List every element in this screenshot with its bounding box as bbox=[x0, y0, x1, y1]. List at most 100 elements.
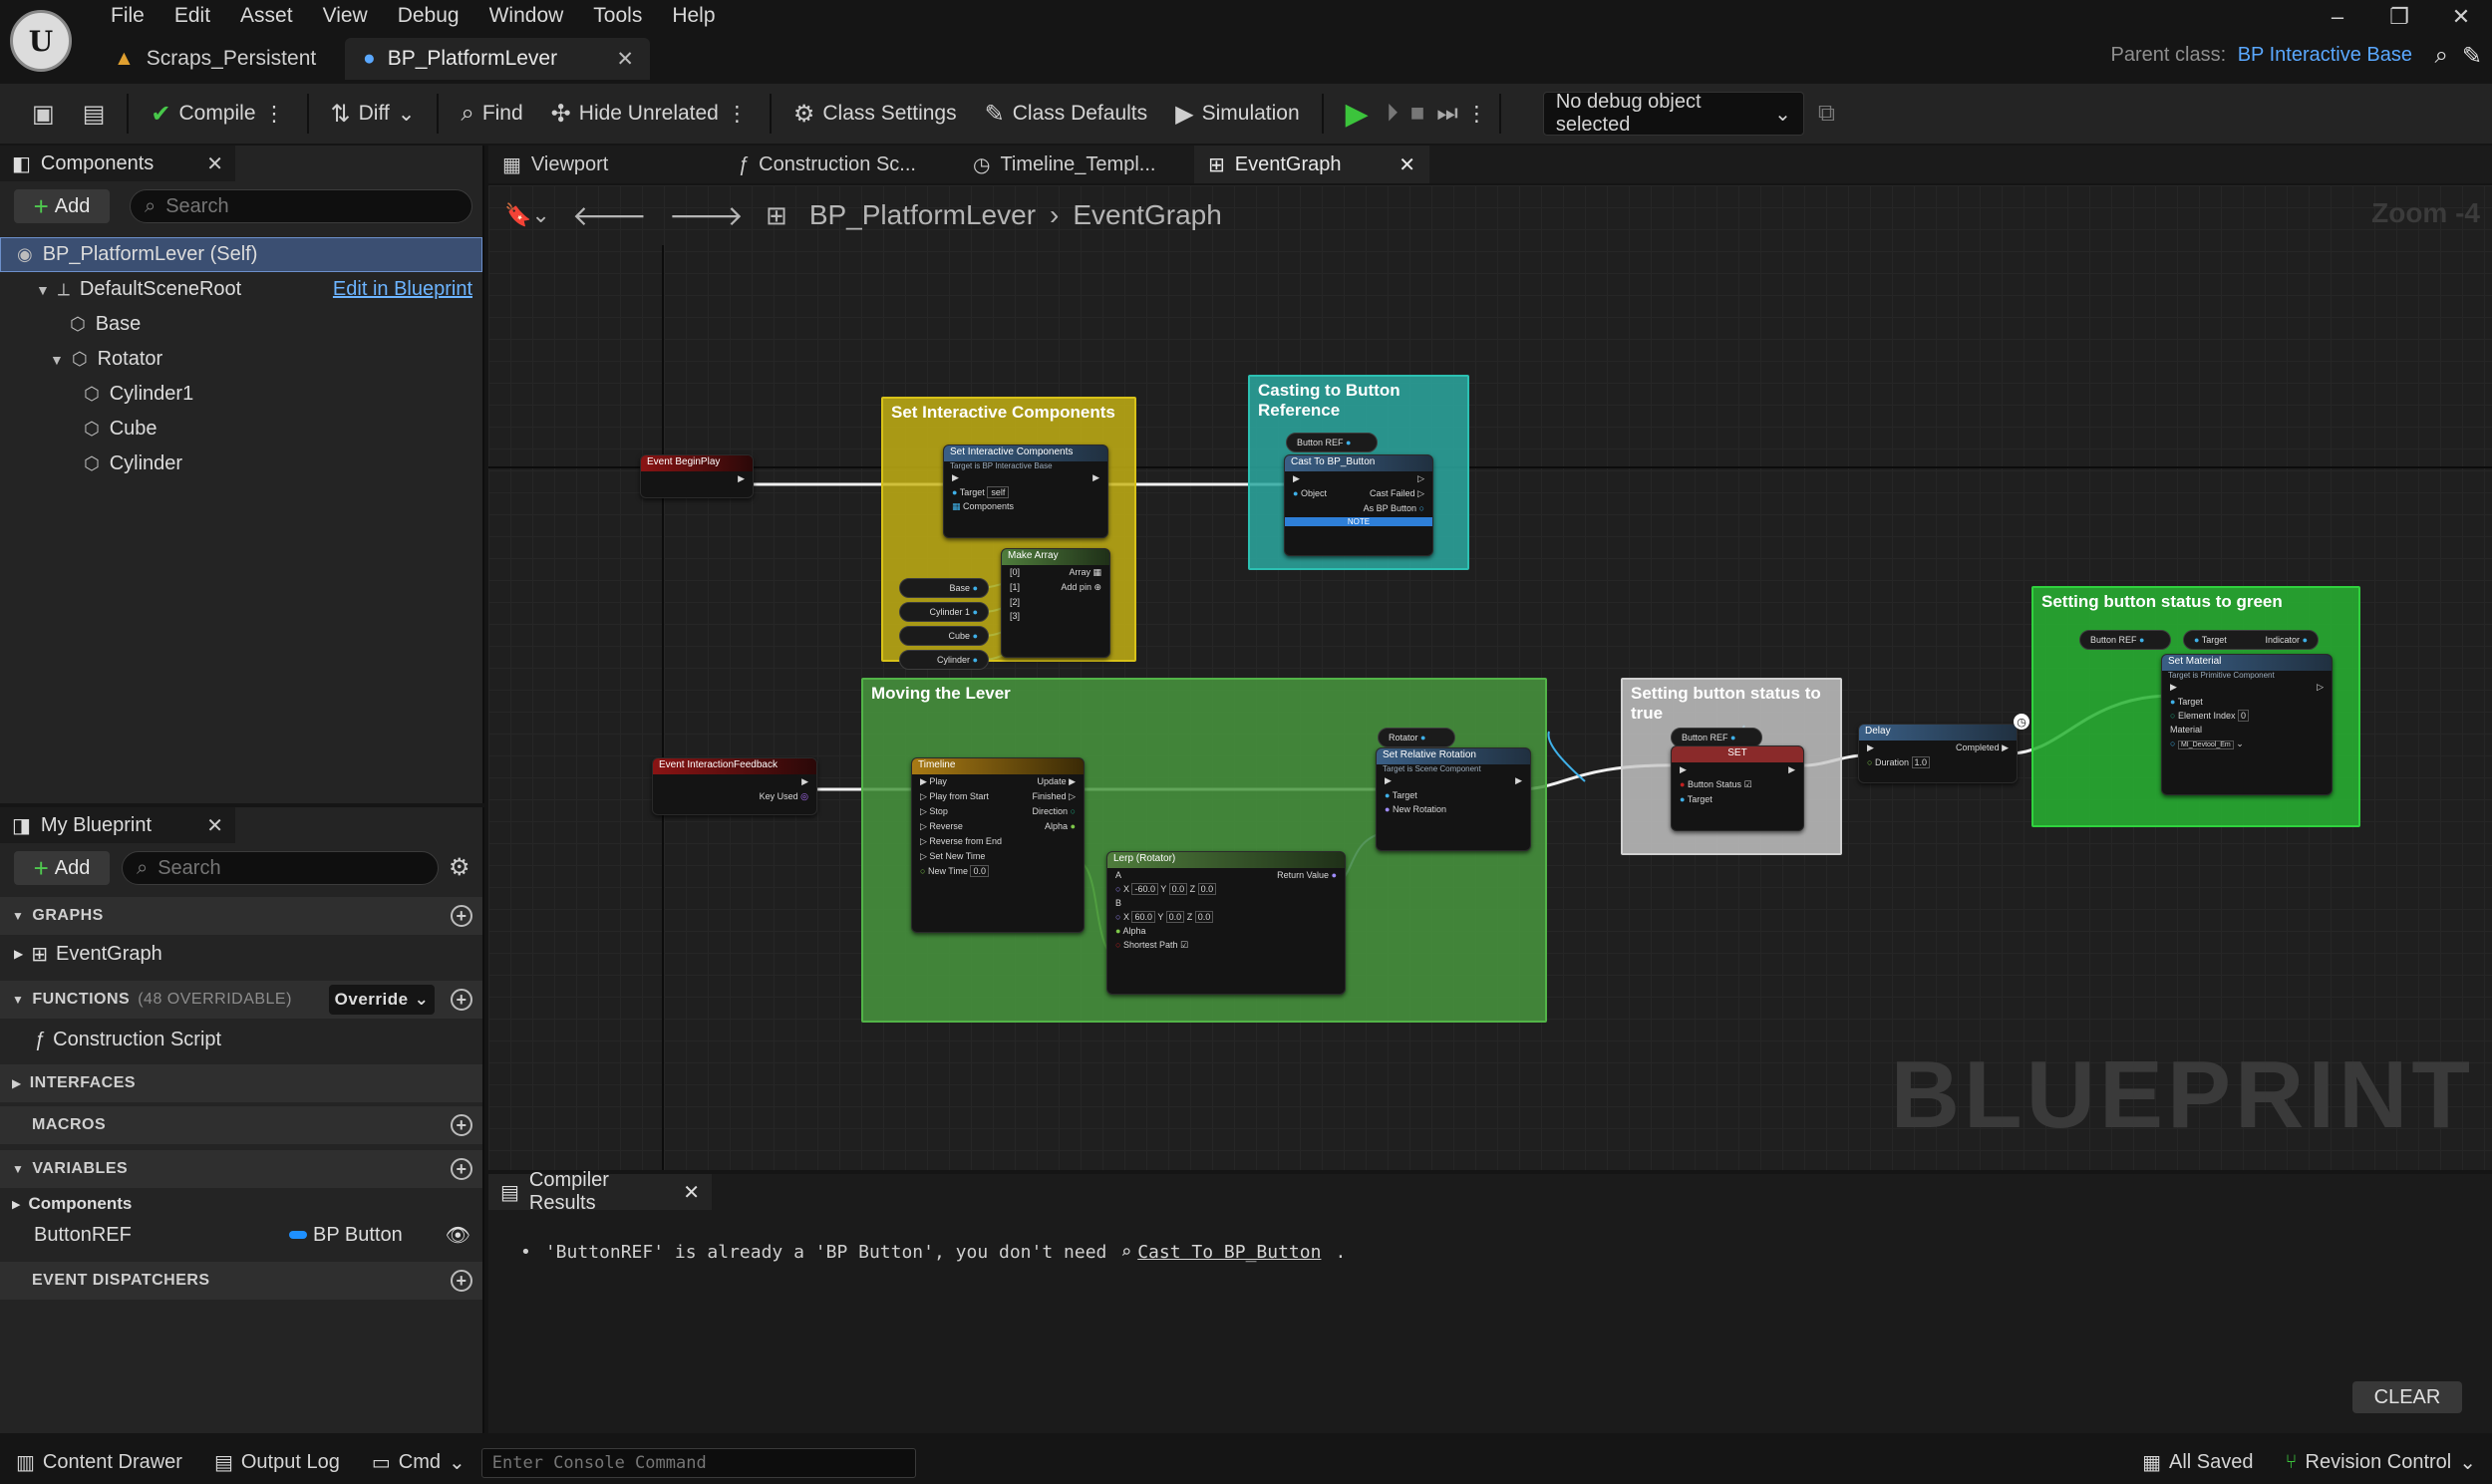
getter-rotator[interactable]: Rotator ● bbox=[1378, 728, 1455, 747]
button-status-pin[interactable]: ● Button Status ☑ bbox=[1672, 777, 1803, 792]
compile-options-icon[interactable]: ⋮ bbox=[264, 102, 285, 127]
stop-pin[interactable]: ▷ Stop Direction ○ bbox=[912, 804, 1084, 819]
target-pin[interactable]: ● Target bbox=[1672, 792, 1803, 806]
debug-object-select[interactable]: No debug object selected ⌄ bbox=[1542, 91, 1804, 136]
menu-debug[interactable]: Debug bbox=[383, 0, 474, 34]
idx3-pin[interactable]: [3] bbox=[1002, 609, 1109, 623]
settings-gear-icon[interactable]: ⚙ bbox=[449, 853, 470, 882]
node-set-button-status[interactable]: SET ▶ ▶ ● Button Status ☑ ● Target bbox=[1671, 745, 1804, 831]
pin-value[interactable]: MI_Devtool_Em bbox=[2177, 741, 2234, 749]
node-event-beginplay[interactable]: Event BeginPlay ▶ bbox=[640, 454, 754, 498]
a-pin[interactable]: A Return Value ● bbox=[1107, 868, 1345, 882]
exec-pins[interactable]: ▶ ▷ bbox=[1285, 471, 1432, 486]
material-pin[interactable]: Material bbox=[2162, 723, 2332, 737]
as-bp-button-pin[interactable]: As BP Button ○ bbox=[1285, 501, 1432, 515]
node-set-interactive-components[interactable]: Set Interactive Components Target is BP … bbox=[943, 445, 1108, 538]
duration-pin[interactable]: ○ Duration 1.0 bbox=[1859, 755, 2017, 769]
getter-indicator[interactable]: ● Target Indicator ● bbox=[2183, 630, 2319, 650]
diff-button[interactable]: ⇅ Diff ⌄ bbox=[317, 91, 430, 137]
node-cast-to-bp-button[interactable]: Cast To BP_Button ▶ ▷ ● Object Cast Failed… bbox=[1284, 454, 1433, 556]
content-drawer-button[interactable]: ▥ Content Drawer bbox=[0, 1441, 198, 1484]
tab-construction-script[interactable]: ƒ Construction Sc... bbox=[724, 146, 959, 183]
components-search[interactable]: ⌕ bbox=[130, 189, 472, 223]
tree-item-cylinder1[interactable]: ⬡ Cylinder1 bbox=[0, 377, 482, 412]
expand-arrow-icon[interactable]: ▶ bbox=[12, 1198, 20, 1211]
pin-value[interactable]: -60.0 bbox=[1131, 883, 1158, 895]
menu-window[interactable]: Window bbox=[474, 0, 579, 34]
stop-button[interactable]: ■ bbox=[1402, 91, 1433, 137]
menu-tools[interactable]: Tools bbox=[578, 0, 657, 34]
graph-item-eventgraph[interactable]: ▶ ⊞ EventGraph bbox=[0, 937, 482, 971]
getter-cylinder1[interactable]: Cylinder 1 ● bbox=[899, 602, 989, 622]
exec-out-pin[interactable]: ▶ bbox=[653, 774, 816, 789]
alpha-pin[interactable]: ● Alpha bbox=[1107, 924, 1345, 938]
restore-icon[interactable]: ❐ bbox=[2368, 0, 2430, 34]
add-dispatcher-icon[interactable]: + bbox=[451, 1270, 472, 1292]
tree-item-cylinder[interactable]: ⬡ Cylinder bbox=[0, 446, 482, 481]
hide-unrelated-options-icon[interactable]: ⋮ bbox=[727, 102, 748, 127]
pin-value[interactable]: 0.0 bbox=[1168, 883, 1188, 895]
compiler-results-tab[interactable]: ▤ Compiler Results ✕ bbox=[488, 1169, 712, 1214]
pin-value[interactable]: 0.0 bbox=[1194, 911, 1214, 923]
add-macro-icon[interactable]: + bbox=[451, 1114, 472, 1136]
add-component-button[interactable]: + Add bbox=[14, 189, 110, 223]
element-index-pin[interactable]: ○ Element Index 0 bbox=[2162, 709, 2332, 723]
close-icon[interactable]: ✕ bbox=[1399, 152, 1415, 177]
tree-item-rotator[interactable]: ▼ ⬡ Rotator bbox=[0, 342, 482, 377]
variable-item-buttonref[interactable]: ButtonREF BP Button 👁 bbox=[0, 1218, 482, 1252]
minimize-icon[interactable]: – bbox=[2307, 0, 2368, 34]
doc-tab-bp-platformlever[interactable]: ● BP_PlatformLever ✕ bbox=[345, 38, 650, 80]
eject-button[interactable]: ⏭ bbox=[1432, 91, 1462, 137]
save-button[interactable]: ▣ bbox=[18, 91, 69, 137]
doc-tab-scraps-persistent[interactable]: ▲ Scraps_Persistent bbox=[96, 38, 345, 80]
clear-button[interactable]: CLEAR bbox=[2352, 1381, 2462, 1413]
getter-button-ref-2[interactable]: Button REF ● bbox=[1671, 728, 1762, 747]
getter-button-ref[interactable]: Button REF ● bbox=[1286, 433, 1378, 452]
tree-item-base[interactable]: ⬡ Base bbox=[0, 307, 482, 342]
idx1-pin[interactable]: [1] Add pin ⊕ bbox=[1002, 580, 1109, 595]
add-function-icon[interactable]: + bbox=[451, 989, 472, 1011]
close-window-icon[interactable]: ✕ bbox=[2430, 0, 2492, 34]
edit-in-blueprint-link[interactable]: Edit in Blueprint bbox=[333, 278, 472, 301]
menu-file[interactable]: File bbox=[96, 0, 159, 34]
revision-control-button[interactable]: ⑂ Revision Control ⌄ bbox=[2270, 1441, 2492, 1484]
cmd-dropdown[interactable]: ▭ Cmd ⌄ bbox=[356, 1441, 481, 1484]
add-pin-button[interactable]: Add pin ⊕ bbox=[1061, 582, 1101, 593]
node-set-material[interactable]: Set Material Target is Primitive Compone… bbox=[2161, 654, 2333, 795]
new-rotation-pin[interactable]: ● New Rotation bbox=[1377, 802, 1530, 816]
getter-cylinder[interactable]: Cylinder ● bbox=[899, 650, 989, 670]
components-tab[interactable]: ◧ Components ✕ bbox=[0, 146, 235, 181]
close-icon[interactable]: ✕ bbox=[683, 1180, 700, 1205]
output-log-button[interactable]: ▤ Output Log bbox=[198, 1441, 356, 1484]
variable-category-components[interactable]: ▶ Components bbox=[0, 1190, 482, 1218]
tree-item-defaultsceneroot[interactable]: ▼ ⟂ DefaultSceneRoot Edit in Blueprint bbox=[0, 272, 482, 307]
node-set-relative-rotation[interactable]: Set Relative Rotation Target is Scene Co… bbox=[1376, 747, 1531, 851]
tab-eventgraph[interactable]: ⊞ EventGraph ✕ bbox=[1194, 146, 1429, 183]
hide-unrelated-button[interactable]: ✣ Hide Unrelated ⋮ bbox=[537, 91, 762, 137]
object-pin[interactable]: ● Object Cast Failed ▷ bbox=[1285, 486, 1432, 501]
menu-help[interactable]: Help bbox=[657, 0, 730, 34]
tab-viewport[interactable]: ▦ Viewport bbox=[488, 146, 724, 183]
pin-value[interactable]: 0.0 bbox=[1165, 911, 1185, 923]
my-blueprint-search-input[interactable] bbox=[157, 856, 438, 880]
node-delay[interactable]: Delay ▶ Completed ▶ ○ Duration 1.0 bbox=[1858, 724, 2018, 783]
components-pin[interactable]: ▦ Components bbox=[944, 499, 1107, 514]
exec-pins[interactable]: ▶ ▷ bbox=[2162, 680, 2332, 695]
getter-base[interactable]: Base ● bbox=[899, 578, 989, 598]
compiler-message-link[interactable]: Cast To BP_Button bbox=[1137, 1242, 1321, 1263]
node-timeline[interactable]: Timeline ▶ Play Update ▶ ▷ Play from Star… bbox=[911, 757, 1085, 933]
exec-pins[interactable]: ▶ ▶ bbox=[944, 470, 1107, 485]
play-button[interactable]: ▶ bbox=[1332, 91, 1383, 137]
play-pin[interactable]: ▶ Play Update ▶ bbox=[912, 774, 1084, 789]
components-search-input[interactable] bbox=[165, 194, 466, 218]
browse-button[interactable]: ▤ bbox=[69, 91, 120, 137]
menu-asset[interactable]: Asset bbox=[225, 0, 308, 34]
all-saved-button[interactable]: ▦ All Saved bbox=[2126, 1441, 2269, 1484]
class-settings-button[interactable]: ⚙ Class Settings bbox=[779, 91, 971, 137]
expand-arrow-icon[interactable]: ▼ bbox=[50, 352, 64, 368]
close-icon[interactable]: ✕ bbox=[206, 151, 223, 176]
pin-value[interactable]: 1.0 bbox=[1911, 756, 1931, 768]
new-time-pin[interactable]: ○ New Time 0.0 bbox=[912, 864, 1084, 878]
override-dropdown[interactable]: Override ⌄ bbox=[329, 985, 435, 1015]
b-values[interactable]: ○ X 60.0 Y 0.0 Z 0.0 bbox=[1107, 910, 1345, 924]
